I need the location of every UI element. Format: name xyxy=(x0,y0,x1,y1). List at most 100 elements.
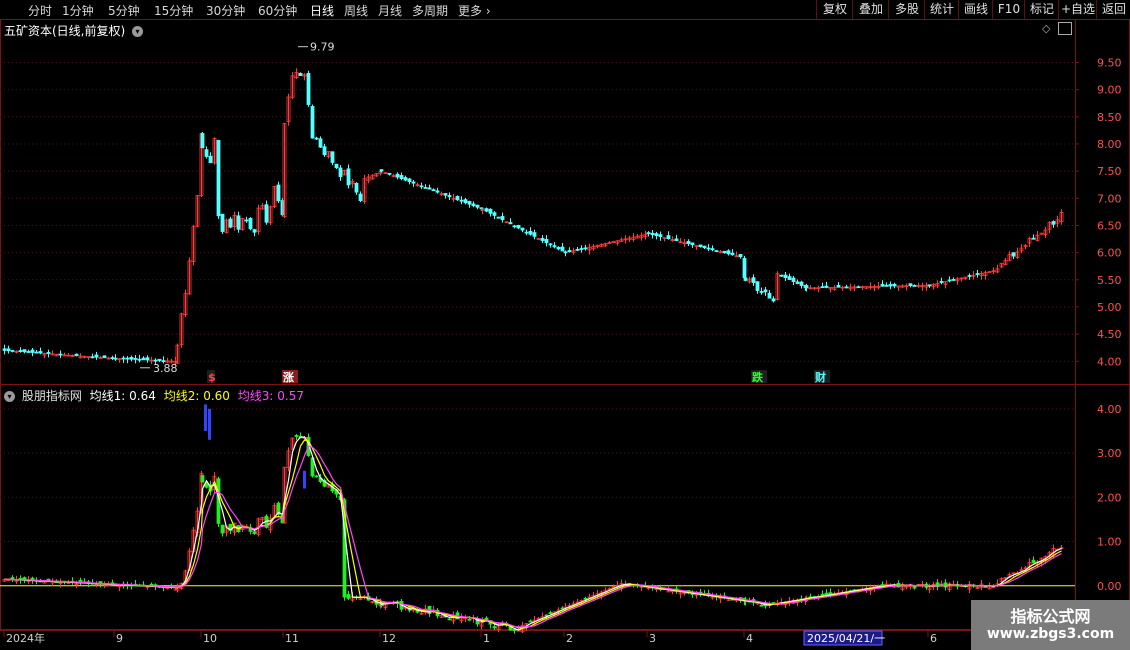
x-label-4: 12 xyxy=(382,632,396,645)
candle-body xyxy=(646,232,651,235)
x-label-1: 9 xyxy=(116,632,123,645)
main-y-label-7: 6.00 xyxy=(1097,247,1122,260)
main-y-label-9: 5.00 xyxy=(1097,301,1122,314)
candle-body xyxy=(496,216,501,219)
x-label-3: 11 xyxy=(285,632,299,645)
candle-body xyxy=(563,251,568,254)
candle-body xyxy=(306,73,311,105)
ind-y-label-0: 4.00 xyxy=(1097,403,1122,416)
ind-bar xyxy=(824,592,829,596)
candle-body xyxy=(2,348,7,351)
candle-body xyxy=(908,283,913,287)
main-y-label-5: 7.00 xyxy=(1097,192,1122,205)
candle-body xyxy=(18,350,23,352)
candle-body xyxy=(892,283,897,287)
candle-body xyxy=(141,357,146,361)
ind-bar xyxy=(583,598,588,600)
ind-bar xyxy=(252,531,257,534)
candle-body xyxy=(583,247,588,250)
candle-body xyxy=(1051,221,1056,225)
main-y-label-0: 9.50 xyxy=(1097,56,1122,69)
candle-body xyxy=(488,208,493,214)
candle-body xyxy=(280,200,285,216)
low-label: 3.88 xyxy=(153,362,178,375)
candle-body xyxy=(686,240,691,245)
candle-body xyxy=(575,249,580,251)
chart-frame xyxy=(0,19,1130,630)
candle-body xyxy=(58,353,63,356)
candle-body xyxy=(484,208,489,212)
main-y-label-2: 8.50 xyxy=(1097,111,1122,124)
candle-body xyxy=(528,230,533,235)
ind-y-label-1: 3.00 xyxy=(1097,447,1122,460)
candle-body xyxy=(516,225,521,229)
candle-body xyxy=(611,241,616,244)
candle-body xyxy=(200,133,205,149)
candle-body xyxy=(479,207,484,210)
x-label-8: 4 xyxy=(746,632,753,645)
candle-body xyxy=(799,281,804,286)
candle-body xyxy=(358,193,363,201)
ind-bar xyxy=(220,524,225,534)
candle-body xyxy=(795,281,800,284)
watermark: 指标公式网 www.zbgs3.com xyxy=(971,600,1130,650)
candle-body xyxy=(560,246,565,252)
candle-body xyxy=(121,357,126,360)
candle-body xyxy=(650,232,655,235)
candle-body xyxy=(102,355,107,359)
x-label-10: 6 xyxy=(930,632,937,645)
candle-body xyxy=(567,250,572,253)
chart-canvas[interactable]: 9.50 9.00 8.50 8.00 7.50 7.00 6.50 6.00 5.50 5.00… xyxy=(0,0,1130,650)
candle-body xyxy=(512,225,517,228)
candle-body xyxy=(435,190,440,193)
candle-body xyxy=(298,72,303,76)
watermark-line2: www.zbgs3.com xyxy=(986,626,1115,642)
ind-bar xyxy=(467,618,472,621)
candle-body xyxy=(743,277,748,281)
candle-body xyxy=(113,357,118,360)
x-label-5: 1 xyxy=(483,632,490,645)
candle-body xyxy=(145,357,150,361)
candle-body xyxy=(129,356,134,360)
candle-body xyxy=(6,348,11,352)
candle-body xyxy=(354,183,359,193)
watermark-line1: 指标公式网 xyxy=(1010,607,1091,626)
marker-1: 涨 xyxy=(283,370,294,384)
candle-body xyxy=(252,229,257,233)
candle-body xyxy=(419,185,424,188)
candle-body xyxy=(431,189,436,192)
candle-body xyxy=(856,286,861,289)
ind-spike-0 xyxy=(204,404,207,431)
candle-body xyxy=(544,238,549,244)
candle-body xyxy=(927,284,932,287)
candle-body xyxy=(463,199,468,204)
main-y-label-10: 4.50 xyxy=(1097,328,1122,341)
candle-body xyxy=(888,284,893,287)
candle-body xyxy=(276,184,281,202)
candle-body xyxy=(264,204,269,223)
candle-body xyxy=(951,279,956,281)
candle-body xyxy=(403,177,408,181)
ind-bar xyxy=(912,586,917,589)
x-label-0: 2024年 xyxy=(6,631,45,645)
x-label-6: 2 xyxy=(566,632,573,645)
candle-body xyxy=(137,358,142,361)
candle-body xyxy=(492,212,497,216)
candle-body xyxy=(880,283,885,287)
main-y-label-4: 7.50 xyxy=(1097,165,1122,178)
candle-body xyxy=(30,349,35,353)
candle-body xyxy=(508,222,513,225)
candle-body xyxy=(133,357,138,360)
candle-body xyxy=(244,219,249,222)
candle-body xyxy=(475,204,480,208)
candle-body xyxy=(459,199,464,202)
candle-body xyxy=(334,163,339,169)
candle-body xyxy=(755,281,760,291)
candle-body xyxy=(387,172,392,175)
candle-body xyxy=(787,276,792,280)
candle-body xyxy=(228,218,233,228)
candle-body xyxy=(10,350,15,352)
main-y-label-6: 6.50 xyxy=(1097,219,1122,232)
marker-3: 财 xyxy=(814,370,826,384)
candle-body xyxy=(759,291,764,293)
